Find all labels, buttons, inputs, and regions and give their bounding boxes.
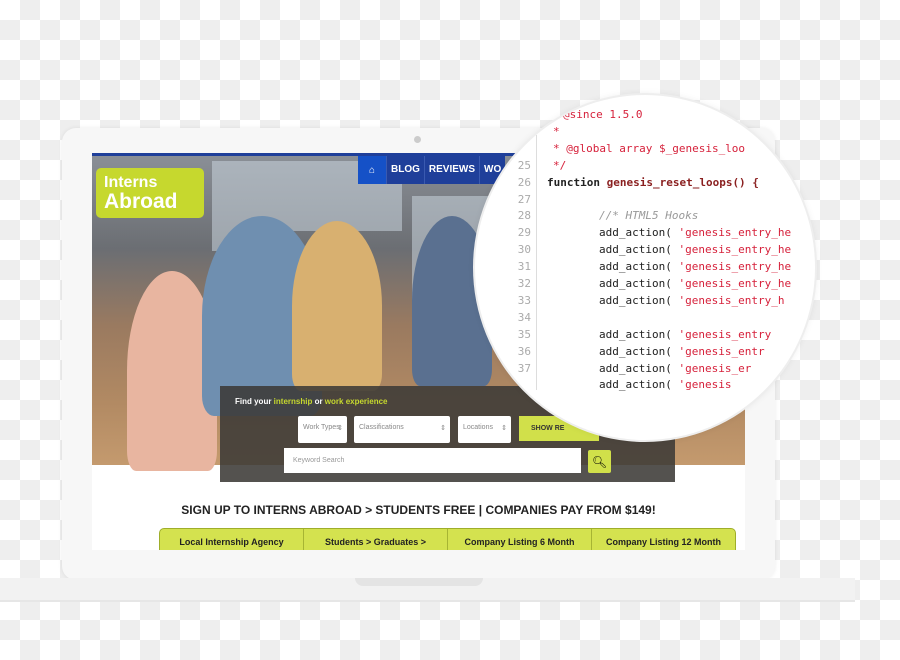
work-types-select[interactable]: Work Types [298,416,347,443]
plan-6-month[interactable]: Company Listing 6 Month [448,529,592,550]
line-number: 35 [517,327,531,341]
search-icon: 🔍︎ [591,454,608,469]
code-line: add_action( 'genesis_entry_he [599,277,792,290]
magnifier-circle: @since 1.5.0 * * @global array $_genesis_l… [475,95,815,440]
laptop-notch [355,578,483,586]
plan-12-month[interactable]: Company Listing 12 Month [592,529,735,550]
plan-students[interactable]: Students > Graduates > [304,529,448,550]
line-number: 26 [517,175,531,189]
line-number: 37 [517,361,531,375]
code-line: add_action( 'genesis_entry_he [599,226,792,240]
line-number: 27 [517,192,531,206]
code-line: add_action( 'genesis_entry_he [599,243,792,257]
search-button[interactable]: 🔍︎ [588,450,611,473]
line-number: 34 [517,310,531,324]
code-line: add_action( 'genesis_entry_h [599,293,785,307]
code-line: add_action( 'genesis_entry_he [599,260,792,274]
line-number: 33 [517,293,531,307]
line-number: 25 [517,158,531,172]
code-line: function genesis_reset_loops() { [547,175,759,189]
code-line: * @global array $_genesis_loo [553,141,746,155]
line-number: 30 [517,243,531,257]
code-line: @since 1.5.0 [563,108,643,121]
code-line: */ [553,158,567,172]
line-number: 32 [517,277,531,290]
line-number: 28 [517,209,531,223]
signup-heading: SIGN UP TO INTERNS ABROAD > STUDENTS FRE… [181,503,656,517]
code-line: * [553,124,560,138]
interns-abroad-logo[interactable]: Interns Abroad [96,168,204,218]
line-number: 31 [517,260,531,274]
nav-blog[interactable]: BLOG [386,156,424,184]
code-line: //* HTML5 Hooks [599,209,699,223]
code-line: add_action( 'genesis_entry [599,327,772,341]
webcam [414,136,421,143]
nav-reviews[interactable]: REVIEWS [423,156,479,184]
code-line: add_action( 'genesis_entr [599,344,765,358]
plan-local-agency[interactable]: Local Internship Agency [160,529,304,550]
home-icon[interactable]: ⌂ [358,156,386,184]
plans-bar: Local Internship Agency Students > Gradu… [159,528,736,550]
classifications-select[interactable]: Classifications [354,416,450,443]
search-title: Find your internship or work experience [235,397,388,406]
keyword-search-input[interactable]: Keyword Search [284,448,581,473]
code-line: add_action( 'genesis [599,378,732,392]
line-number: 29 [517,226,531,240]
line-number: 36 [517,344,531,358]
code-line: add_action( 'genesis_er [599,361,752,375]
code-view: @since 1.5.0 * * @global array $_genesis_l… [475,95,815,440]
